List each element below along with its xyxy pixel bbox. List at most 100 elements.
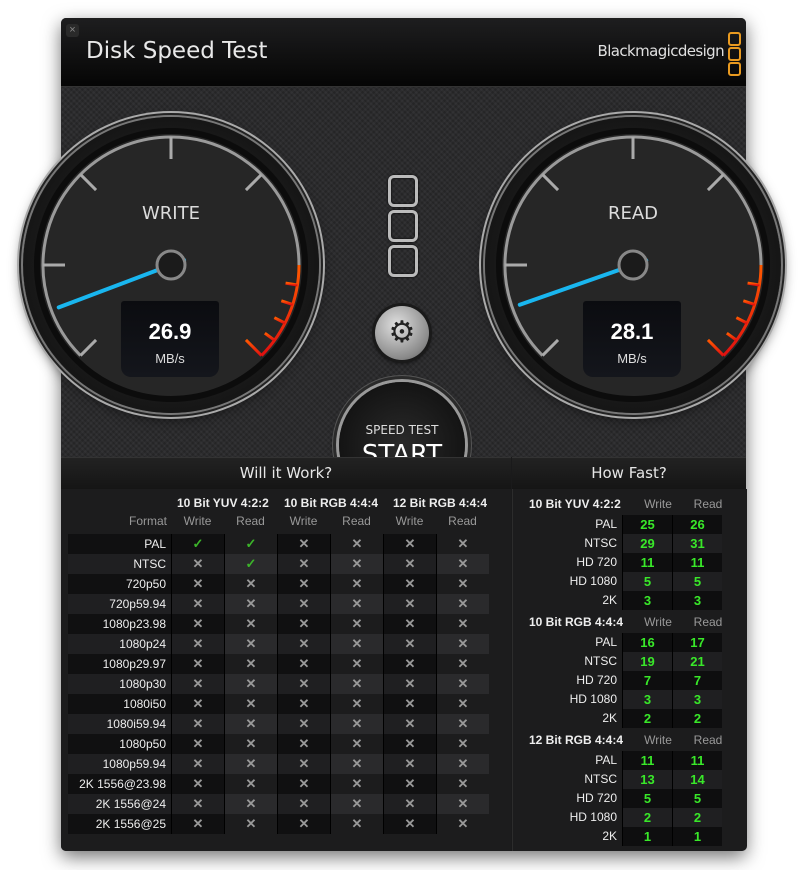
cross-icon: ✕ xyxy=(404,716,416,731)
redzone-tick xyxy=(747,281,760,287)
speed-row: 2K 3 3 xyxy=(513,591,722,610)
table-row: 1080p29.97 ✕ ✕ ✕ ✕ ✕ ✕ xyxy=(68,654,489,674)
subcolumn-header: Write xyxy=(289,514,318,528)
cross-icon: ✕ xyxy=(192,796,204,811)
cross-icon: ✕ xyxy=(245,696,257,711)
result-cell: ✕ xyxy=(277,794,330,814)
speed-format-label: 2K xyxy=(513,827,622,846)
result-cell: ✕ xyxy=(383,794,436,814)
result-cell: ✕ xyxy=(383,694,436,714)
read-readout: 28.1 MB/s xyxy=(583,301,681,377)
result-cell: ✕ xyxy=(436,654,489,674)
result-cell: ✕ xyxy=(277,734,330,754)
settings-button[interactable]: ⚙ xyxy=(375,306,429,360)
result-cell: ✕ xyxy=(171,634,224,654)
result-cell: ✕ xyxy=(224,634,277,654)
result-cell: ✕ xyxy=(436,554,489,574)
cross-icon: ✕ xyxy=(351,676,363,691)
cross-icon: ✕ xyxy=(192,696,204,711)
speed-group-header: 10 Bit YUV 4:2:2 xyxy=(529,497,621,511)
speed-row: NTSC 19 21 xyxy=(513,652,722,671)
check-icon: ✓ xyxy=(245,536,257,551)
read-speed-unit: MB/s xyxy=(617,351,647,366)
result-cell: ✕ xyxy=(330,594,383,614)
speed-format-label: HD 720 xyxy=(513,671,622,690)
cross-icon: ✕ xyxy=(404,776,416,791)
result-cell: ✕ xyxy=(330,774,383,794)
result-cell: ✓ xyxy=(171,534,224,554)
write-column-header: Write xyxy=(644,733,672,747)
result-cell: ✕ xyxy=(171,754,224,774)
cross-icon: ✕ xyxy=(298,796,310,811)
format-label: NTSC xyxy=(133,557,166,571)
result-cell: ✕ xyxy=(383,754,436,774)
speed-format-label: HD 1080 xyxy=(513,572,622,591)
result-cell: ✕ xyxy=(171,774,224,794)
format-label: 1080p50 xyxy=(119,737,166,751)
cross-icon: ✕ xyxy=(351,756,363,771)
cross-icon: ✕ xyxy=(245,616,257,631)
result-cell: ✕ xyxy=(330,554,383,574)
cross-icon: ✕ xyxy=(351,616,363,631)
read-fps-value: 11 xyxy=(672,553,722,572)
format-label: PAL xyxy=(144,537,166,551)
cross-icon: ✕ xyxy=(404,616,416,631)
cross-icon: ✕ xyxy=(457,696,469,711)
cross-icon: ✕ xyxy=(298,776,310,791)
cross-icon: ✕ xyxy=(457,816,469,831)
result-cell: ✕ xyxy=(277,614,330,634)
group-header: 12 Bit RGB 4:4:4 xyxy=(393,496,488,510)
result-cell: ✕ xyxy=(224,674,277,694)
speed-table: PAL 11 11 NTSC 13 14 HD 720 5 5 HD 1080 2 2 2K 1 1 xyxy=(513,751,722,846)
needle-hub xyxy=(155,249,187,281)
cross-icon: ✕ xyxy=(404,676,416,691)
cross-icon: ✕ xyxy=(192,816,204,831)
cross-icon: ✕ xyxy=(192,576,204,591)
result-cell: ✕ xyxy=(383,734,436,754)
cross-icon: ✕ xyxy=(457,756,469,771)
cross-icon: ✕ xyxy=(351,596,363,611)
result-cell: ✕ xyxy=(383,594,436,614)
cross-icon: ✕ xyxy=(245,716,257,731)
write-fps-value: 3 xyxy=(622,690,672,709)
table-row: 1080i59.94 ✕ ✕ ✕ ✕ ✕ ✕ xyxy=(68,714,489,734)
how-fast-panel: 10 Bit YUV 4:2:2 Write Read PAL 25 26 NTSC 29 31… xyxy=(512,489,747,851)
result-cell: ✕ xyxy=(277,654,330,674)
cross-icon: ✕ xyxy=(404,556,416,571)
write-fps-value: 29 xyxy=(622,534,672,553)
result-cell: ✕ xyxy=(171,714,224,734)
write-fps-value: 2 xyxy=(622,709,672,728)
cross-icon: ✕ xyxy=(404,816,416,831)
speed-format-label: HD 720 xyxy=(513,789,622,808)
result-cell: ✕ xyxy=(171,654,224,674)
result-cell: ✕ xyxy=(436,734,489,754)
gauge-area: WRITE 26.9 MB/s ⚙ SPEED TEST START READ … xyxy=(23,87,781,508)
speed-row: HD 1080 5 5 xyxy=(513,572,722,591)
result-cell: ✕ xyxy=(277,674,330,694)
result-cell: ✕ xyxy=(330,574,383,594)
cross-icon: ✕ xyxy=(245,576,257,591)
read-fps-value: 14 xyxy=(672,770,722,789)
title-bar: × Disk Speed Test Blackmagicdesign xyxy=(61,18,746,87)
result-cell: ✕ xyxy=(436,714,489,734)
close-icon[interactable]: × xyxy=(66,24,79,37)
write-readout: 26.9 MB/s xyxy=(121,301,219,377)
cross-icon: ✕ xyxy=(192,616,204,631)
table-row: NTSC ✕ ✓ ✕ ✕ ✕ ✕ xyxy=(68,554,489,574)
blackmagic-emblem-icon xyxy=(388,175,420,280)
read-fps-value: 21 xyxy=(672,652,722,671)
cross-icon: ✕ xyxy=(192,636,204,651)
result-cell: ✕ xyxy=(224,814,277,834)
speed-row: HD 1080 3 3 xyxy=(513,690,722,709)
table-row: PAL ✓ ✓ ✕ ✕ ✕ ✕ xyxy=(68,534,489,554)
cross-icon: ✕ xyxy=(192,736,204,751)
result-cell: ✕ xyxy=(224,794,277,814)
speed-group-header: 10 Bit RGB 4:4:4 xyxy=(529,615,624,629)
result-cell: ✕ xyxy=(436,754,489,774)
result-cell: ✕ xyxy=(436,794,489,814)
write-fps-value: 19 xyxy=(622,652,672,671)
result-cell: ✓ xyxy=(224,554,277,574)
result-cell: ✕ xyxy=(330,814,383,834)
table-row: 1080p59.94 ✕ ✕ ✕ ✕ ✕ ✕ xyxy=(68,754,489,774)
result-cell: ✕ xyxy=(224,594,277,614)
